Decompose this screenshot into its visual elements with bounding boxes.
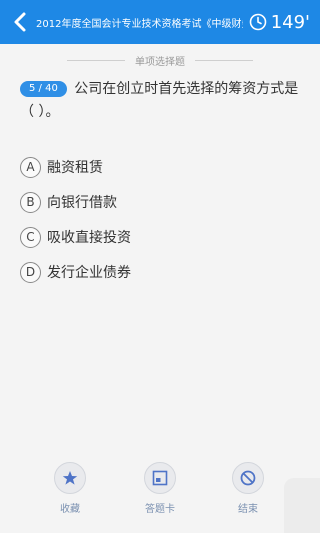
answer-card-label: 答题卡 bbox=[145, 504, 175, 515]
prohibit-icon bbox=[240, 470, 256, 486]
divider-line-left bbox=[67, 59, 125, 61]
option-letter: A bbox=[20, 156, 41, 178]
answer-card-button[interactable]: 答题卡 bbox=[130, 462, 190, 520]
back-button[interactable] bbox=[6, 0, 34, 44]
exam-title: 2012年度全国会计专业技术资格考试《中级财务管... bbox=[36, 18, 243, 30]
option-c[interactable]: C 吸收直接投资 bbox=[20, 225, 131, 249]
divider-line-right bbox=[195, 59, 253, 61]
option-text: 发行企业债券 bbox=[47, 265, 131, 281]
option-b[interactable]: B 向银行借款 bbox=[20, 190, 117, 214]
question-index-badge: 5 / 40 bbox=[20, 81, 67, 97]
option-d[interactable]: D 发行企业债券 bbox=[20, 260, 131, 284]
timer[interactable]: 149' bbox=[249, 12, 310, 33]
question-stem: 5 / 40 公司在创立时首先选择的筹资方式是（ ）。 bbox=[20, 78, 310, 124]
favorite-circle bbox=[54, 462, 86, 494]
option-text: 融资租赁 bbox=[47, 160, 103, 176]
question-type-label: 单项选择题 bbox=[135, 56, 185, 68]
option-letter: D bbox=[20, 261, 41, 283]
option-a[interactable]: A 融资租赁 bbox=[20, 155, 103, 179]
question-type-divider: 单项选择题 bbox=[0, 52, 320, 68]
option-text: 向银行借款 bbox=[47, 195, 117, 211]
star-icon bbox=[62, 471, 78, 485]
finish-label: 结束 bbox=[238, 504, 258, 515]
chevron-left-icon bbox=[14, 12, 26, 32]
finish-circle bbox=[232, 462, 264, 494]
answer-card-circle bbox=[144, 462, 176, 494]
corner-shade bbox=[284, 478, 320, 533]
timer-value: 149' bbox=[270, 11, 310, 33]
favorite-button[interactable]: 收藏 bbox=[40, 462, 100, 520]
finish-button[interactable]: 结束 bbox=[218, 462, 278, 520]
answer-card-icon bbox=[152, 470, 168, 486]
option-letter: C bbox=[20, 226, 41, 248]
option-letter: B bbox=[20, 191, 41, 213]
option-text: 吸收直接投资 bbox=[47, 230, 131, 246]
top-bar: 2012年度全国会计专业技术资格考试《中级财务管... 149' bbox=[0, 0, 320, 44]
clock-icon bbox=[249, 13, 266, 31]
favorite-label: 收藏 bbox=[60, 504, 80, 515]
